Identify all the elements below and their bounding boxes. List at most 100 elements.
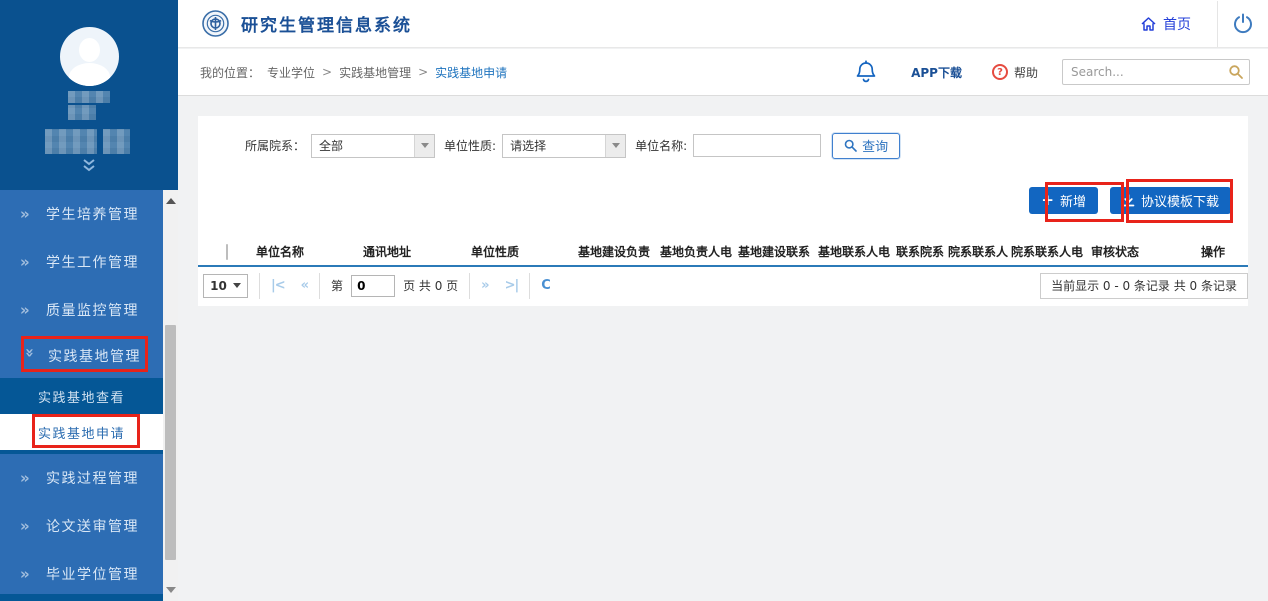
breadcrumb-item-practice-base-mgmt[interactable]: 实践基地管理 [339,64,411,81]
first-page-button[interactable]: |< [271,278,285,293]
column-header-unit-name[interactable]: 单位名称 [256,243,363,260]
avatar-head [79,38,100,62]
notification-bell-icon[interactable] [855,60,877,84]
sidebar-menu: » 学生培养管理 » 学生工作管理 » 质量监控管理 » 实践基地管理 实践基地… [0,190,163,598]
sidebar-profile [0,0,178,190]
column-header-audit-status[interactable]: 审核状态 [1091,243,1201,260]
column-header-dept-contact[interactable]: 院系联系人 [948,243,1011,260]
breadcrumb-item-degree[interactable]: 专业学位 [267,64,315,81]
help-label: 帮助 [1014,64,1038,81]
sidebar-item-thesis-review[interactable]: » 论文送审管理 [0,502,163,550]
dept-filter-label: 所属院系： [245,137,305,154]
global-search [1062,59,1250,85]
sidebar: » 学生培养管理 » 学生工作管理 » 质量监控管理 » 实践基地管理 实践基地… [0,0,178,601]
page-size-caret-icon [233,283,241,288]
logout-button[interactable] [1218,13,1268,35]
dept-select[interactable]: 全部 [311,134,435,158]
record-count-summary: 当前显示 0 - 0 条记录 共 0 条记录 [1040,273,1248,299]
column-header-dept-contact-tel[interactable]: 院系联系人电 [1011,243,1091,260]
scroll-down-arrow-icon[interactable] [166,587,176,593]
sidebar-item-label: 论文送审管理 [46,516,139,536]
app-download-link[interactable]: APP下载 [911,64,962,81]
scroll-up-arrow-icon[interactable] [166,198,176,204]
home-button[interactable]: 首页 [1140,14,1191,34]
column-header-base-contact-tel[interactable]: 基地联系人电 [818,243,896,260]
chevron-right-icon: » [20,301,46,319]
power-icon [1232,13,1254,35]
sidebar-item-practice-base[interactable]: » 实践基地管理 [0,334,163,378]
help-link[interactable]: ? 帮助 [992,64,1038,81]
sidebar-scrollbar[interactable] [163,190,178,601]
query-button[interactable]: 查询 [832,133,900,159]
sidebar-item-label: 学生培养管理 [46,204,139,224]
nature-filter-label: 单位性质: [444,137,496,154]
top-header: 研究生管理信息系统 首页 [178,0,1268,48]
avatar-torso [69,63,110,86]
sidebar-item-quality-monitor[interactable]: » 质量监控管理 [0,286,163,334]
pager-divider [529,273,530,299]
redacted-username [68,91,110,103]
query-button-label: 查询 [862,136,888,155]
select-chevron-down-icon [414,135,434,157]
template-download-label: 协议模板下载 [1141,191,1219,210]
page-number-input[interactable] [351,275,395,297]
column-header-base-builder[interactable]: 基地建设负责 [578,243,660,260]
sidebar-item-student-work[interactable]: » 学生工作管理 [0,238,163,286]
unit-name-label: 单位名称: [635,137,687,154]
redacted-role-right [103,129,130,154]
search-icon[interactable] [1228,64,1244,80]
prev-page-button[interactable]: « [301,278,308,293]
sidebar-subitem-practice-base-apply[interactable]: 实践基地申请 [0,414,163,450]
sidebar-item-label: 毕业学位管理 [46,564,139,584]
page-prefix-label: 第 [331,277,343,294]
next-page-button[interactable]: » [481,278,488,293]
template-download-button[interactable]: 协议模板下载 [1110,187,1231,214]
chevron-right-icon: » [20,565,46,583]
column-header-dept[interactable]: 联系院系 [896,243,948,260]
scrollbar-thumb[interactable] [165,325,176,560]
pager-divider [319,273,320,299]
sidebar-item-student-training[interactable]: » 学生培养管理 [0,190,163,238]
home-icon [1140,16,1157,32]
sidebar-item-label: 学生工作管理 [46,252,139,272]
redacted-user-id [68,105,96,120]
refresh-button[interactable]: C [541,278,551,293]
unit-name-input[interactable] [693,134,821,157]
breadcrumb-bar: 我的位置： 专业学位 > 实践基地管理 > 实践基地申请 APP下载 ? 帮助 [178,49,1268,96]
chevron-right-icon: » [20,517,46,535]
breadcrumb-prefix: 我的位置： [200,64,260,81]
sidebar-item-practice-process[interactable]: » 实践过程管理 [0,454,163,502]
chevron-right-icon: » [20,205,46,223]
select-all-checkbox[interactable] [226,244,228,260]
action-buttons: + 新增 协议模板下载 [1029,187,1231,214]
page-title: 研究生管理信息系统 [241,11,412,36]
practice-base-submenu: 实践基地查看 实践基地申请 [0,378,163,454]
sidebar-item-label: 质量监控管理 [46,300,139,320]
add-button[interactable]: + 新增 [1029,187,1098,214]
sidebar-item-label: 实践基地管理 [48,346,141,366]
submenu-item-label: 实践基地查看 [38,387,125,406]
avatar [60,27,119,86]
page-size-select[interactable]: 10 [203,274,248,298]
search-input[interactable] [1062,59,1250,85]
column-header-base-leader-tel[interactable]: 基地负责人电 [660,243,738,260]
chevron-down-icon: » [21,348,39,364]
submenu-item-label: 实践基地申请 [38,423,125,442]
sidebar-item-graduation-degree[interactable]: » 毕业学位管理 [0,550,163,598]
column-header-base-contact[interactable]: 基地建设联系 [738,243,818,260]
column-header-operations[interactable]: 操作 [1201,243,1243,260]
profile-expand-chevron-icon[interactable] [80,159,98,172]
sidebar-bottom-strip [0,594,163,601]
quickbar: APP下载 ? 帮助 [855,59,1268,85]
sidebar-subitem-practice-base-view[interactable]: 实践基地查看 [0,378,163,414]
help-question-icon: ? [992,64,1008,80]
table-header-row: 单位名称 通讯地址 单位性质 基地建设负责 基地负责人电 基地建设联系 基地联系… [198,238,1248,267]
last-page-button[interactable]: >| [505,278,519,293]
column-header-address[interactable]: 通讯地址 [363,243,471,260]
nature-select[interactable]: 请选择 [502,134,626,158]
query-search-icon [844,139,857,152]
add-button-label: 新增 [1060,191,1086,210]
header-right: 首页 [1140,0,1268,47]
column-header-unit-nature[interactable]: 单位性质 [471,243,578,260]
home-label: 首页 [1163,14,1191,34]
